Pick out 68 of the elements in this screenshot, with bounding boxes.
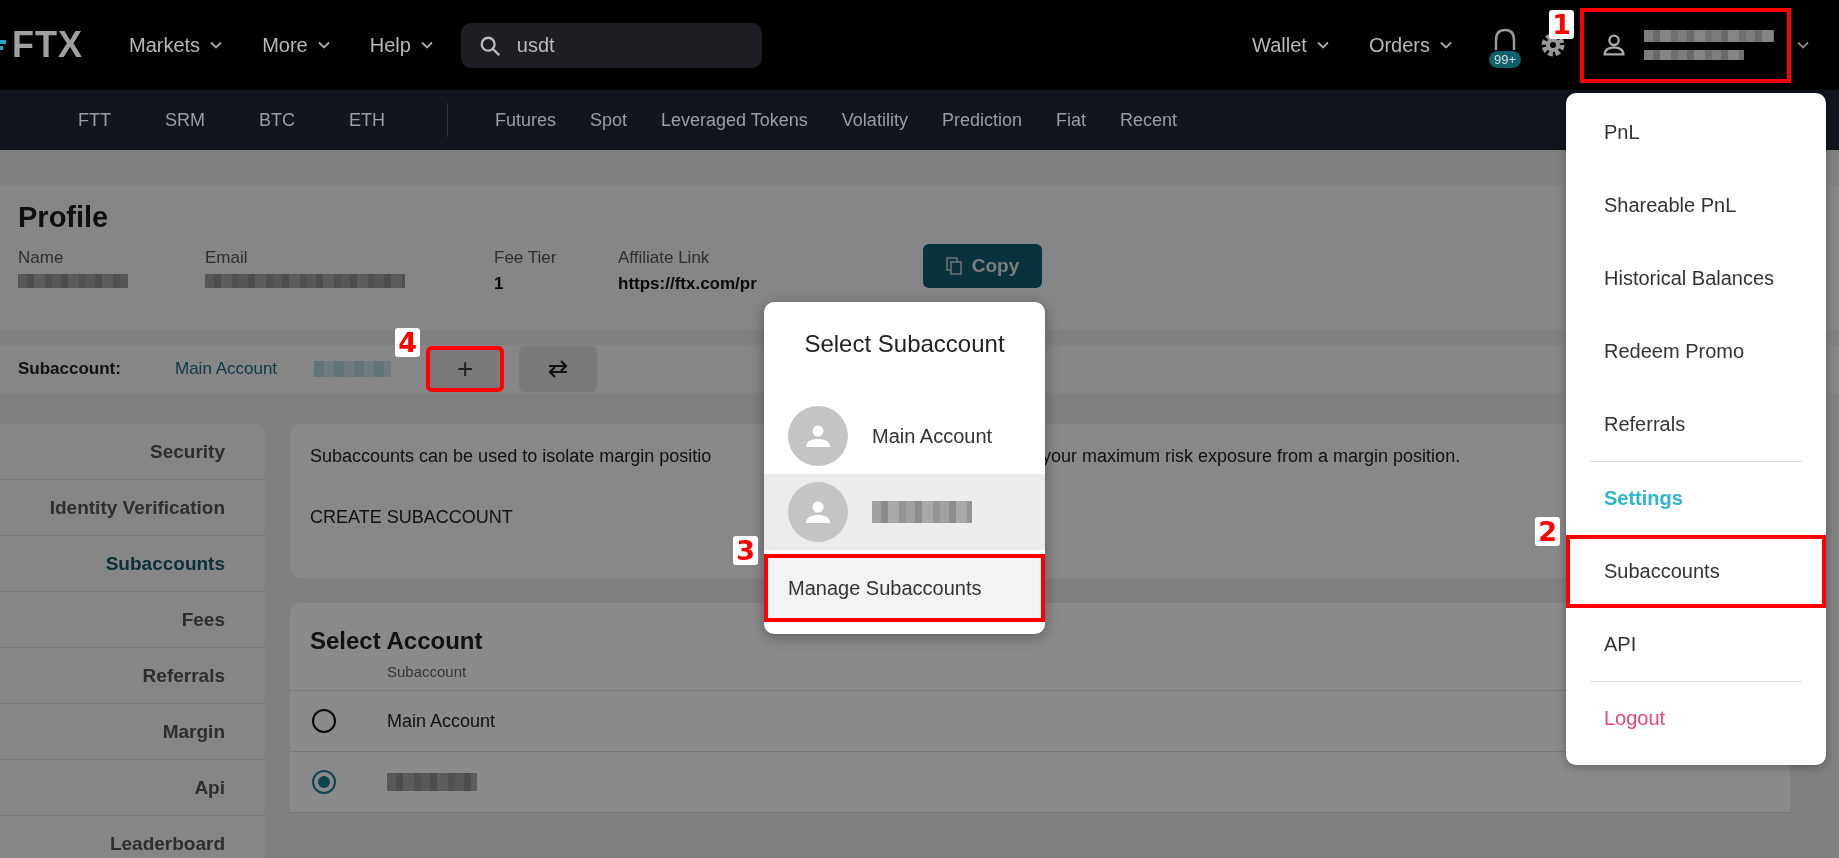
chevron-icon bbox=[1797, 41, 1809, 49]
field-label: Email bbox=[205, 248, 249, 268]
chevron-icon bbox=[1316, 41, 1329, 49]
market-link[interactable]: BTC bbox=[247, 109, 307, 131]
category-link[interactable]: Leveraged Tokens bbox=[649, 109, 820, 131]
market-link[interactable]: ETH bbox=[337, 109, 397, 131]
radio-button[interactable] bbox=[312, 709, 336, 733]
search-icon bbox=[478, 34, 501, 57]
logo: FTX bbox=[12, 24, 83, 66]
subaccount-label: Subaccount: bbox=[18, 359, 122, 379]
sidebar-item[interactable]: Referrals bbox=[0, 648, 265, 704]
create-subaccount-link[interactable]: CREATE SUBACCOUNT bbox=[310, 507, 513, 528]
market-link[interactable]: FTT bbox=[66, 109, 123, 131]
sidebar-item[interactable]: Identity Verification bbox=[0, 480, 265, 536]
chevron-icon bbox=[1440, 41, 1452, 49]
account-option[interactable]: Main Account bbox=[764, 398, 1045, 474]
menu-item[interactable]: Shareable PnL bbox=[1566, 169, 1826, 242]
field-value: https://ftx.com/pr bbox=[618, 274, 758, 294]
logo-icon bbox=[0, 40, 6, 50]
nav-menu-button[interactable]: Markets bbox=[129, 33, 223, 57]
market-link[interactable]: SRM bbox=[153, 109, 217, 131]
person-icon bbox=[805, 501, 831, 523]
chevron-icon bbox=[210, 41, 223, 49]
page-title: Profile bbox=[18, 201, 109, 234]
step-number: 1 bbox=[1549, 9, 1574, 39]
field-label: Affiliate Link bbox=[618, 248, 711, 268]
sidebar-item[interactable]: Margin bbox=[0, 704, 265, 760]
category-link[interactable]: Futures bbox=[483, 109, 569, 131]
field-label: Fee Tier bbox=[494, 248, 558, 268]
sidebar-item[interactable]: Security bbox=[0, 424, 265, 480]
category-link[interactable]: Volatility bbox=[829, 109, 920, 131]
menu-item[interactable]: Historical Balances bbox=[1566, 242, 1826, 315]
step-number: 4 bbox=[395, 328, 421, 357]
radio-button[interactable] bbox=[312, 770, 336, 794]
field-label: Name bbox=[18, 248, 65, 268]
chevron-icon bbox=[317, 41, 330, 49]
search-field[interactable]: usdt bbox=[460, 22, 762, 68]
nav-menu-button[interactable]: Orders bbox=[1368, 33, 1452, 57]
section-title: Select Account bbox=[309, 626, 484, 656]
account-option[interactable] bbox=[764, 474, 1045, 550]
nav-menu-button[interactable]: More bbox=[262, 33, 330, 57]
step-number: 3 bbox=[733, 536, 758, 565]
person-icon bbox=[805, 425, 831, 447]
field-value: 1 bbox=[494, 274, 505, 294]
chevron-icon bbox=[420, 41, 433, 49]
copy-icon bbox=[945, 257, 962, 275]
category-link[interactable]: Recent bbox=[1107, 109, 1189, 131]
category-link[interactable]: Fiat bbox=[1043, 109, 1098, 131]
category-link[interactable]: Spot bbox=[578, 109, 640, 131]
sidebar-item[interactable]: Subaccounts bbox=[0, 536, 265, 592]
sidebar-item[interactable]: Api bbox=[0, 760, 265, 816]
switch-button[interactable] bbox=[519, 346, 598, 392]
dialog-title: Select Subaccount bbox=[803, 329, 1006, 359]
account-name: Main Account bbox=[387, 710, 496, 732]
notification-badge: 99+ bbox=[1489, 51, 1522, 68]
step-number: 2 bbox=[1535, 517, 1560, 546]
nav-menu-button[interactable]: Wallet bbox=[1252, 33, 1329, 57]
settings-icon[interactable] bbox=[1540, 32, 1566, 58]
category-link[interactable]: Prediction bbox=[929, 109, 1034, 131]
sidebar-item[interactable]: Fees bbox=[0, 592, 265, 648]
bell-icon[interactable] bbox=[1492, 28, 1518, 50]
nav-menu-button[interactable]: Help bbox=[369, 33, 433, 57]
menu-item[interactable]: Referrals bbox=[1566, 388, 1826, 461]
description-text: Subaccounts can be used to isolate margin positio bbox=[310, 446, 713, 467]
menu-item[interactable]: PnL bbox=[1566, 96, 1826, 169]
menu-item[interactable]: Redeem Promo bbox=[1566, 315, 1826, 388]
account-link[interactable]: Main Account bbox=[175, 359, 278, 379]
sidebar-item[interactable]: Leaderboard bbox=[0, 816, 265, 858]
